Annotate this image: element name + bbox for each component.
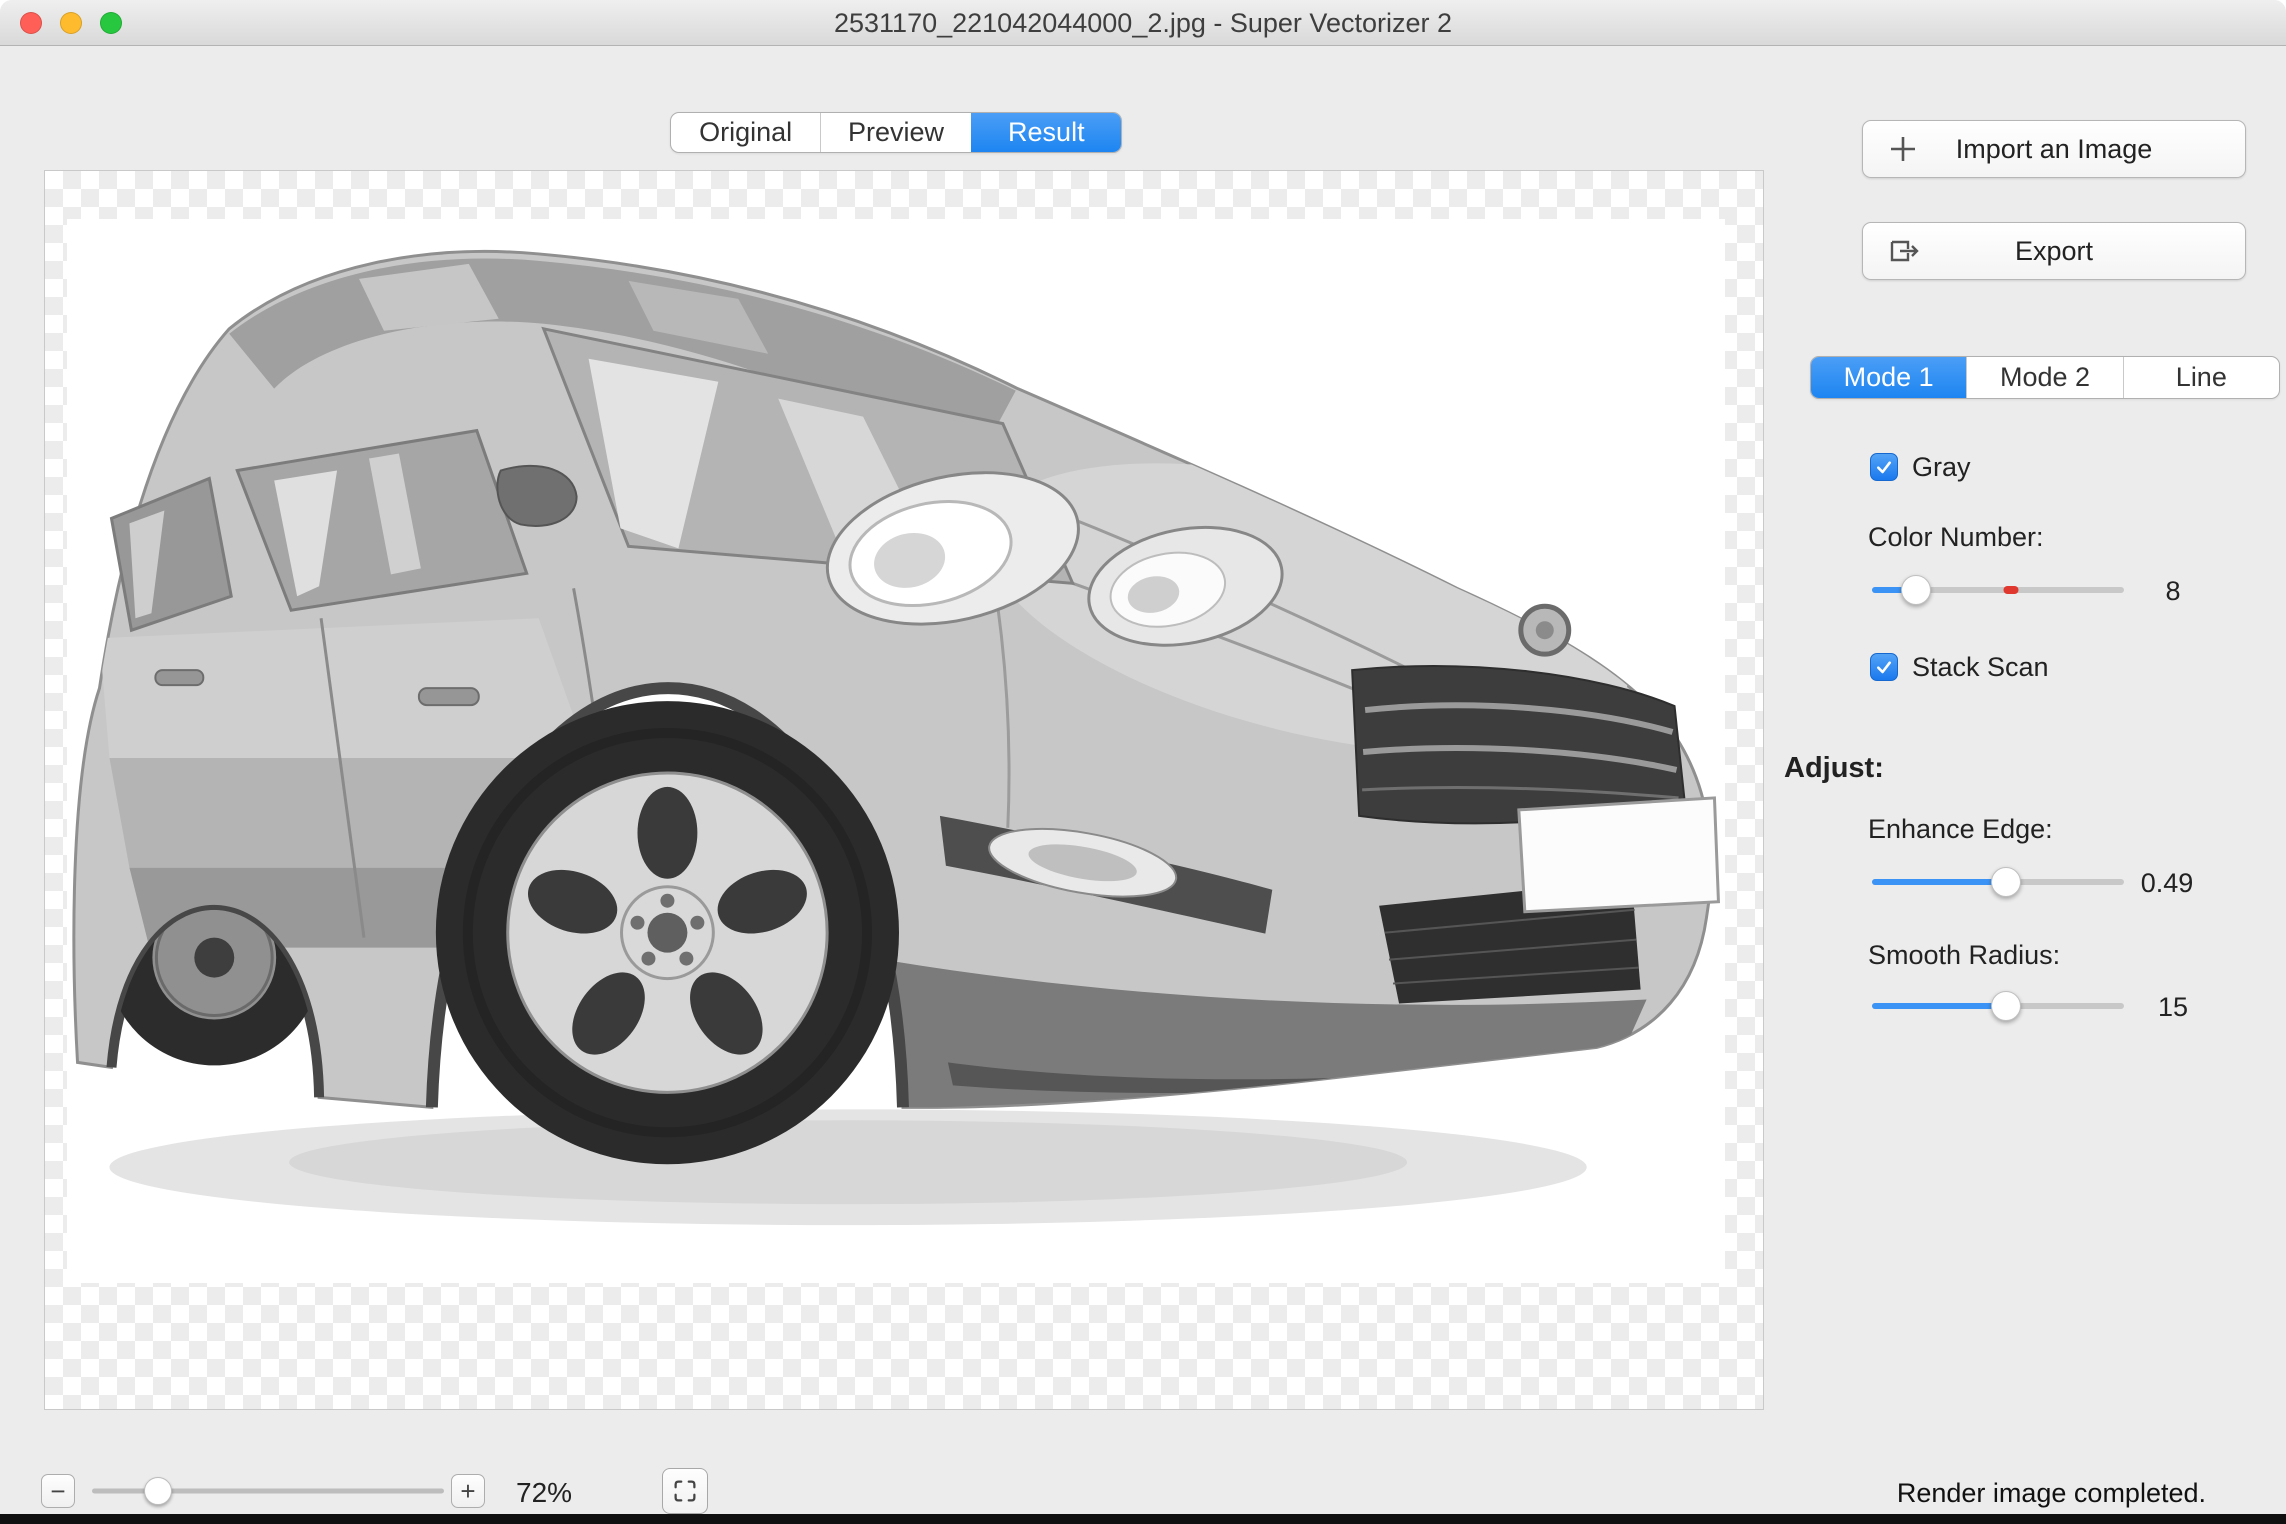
export-button[interactable]: Export <box>1862 222 2246 280</box>
tab-result[interactable]: Result <box>971 113 1121 152</box>
enhance-edge-value: 0.49 <box>2122 868 2212 899</box>
import-image-button[interactable]: Import an Image <box>1862 120 2246 178</box>
stack-scan-checkbox-label: Stack Scan <box>1912 652 2049 683</box>
checkmark-icon <box>1874 457 1894 477</box>
stack-scan-checkbox[interactable] <box>1870 653 1898 681</box>
smooth-radius-value: 15 <box>2128 992 2218 1023</box>
plus-icon <box>1885 131 1921 167</box>
result-image-panel <box>67 219 1725 1283</box>
gray-checkbox-label: Gray <box>1912 452 1971 483</box>
canvas-area <box>44 170 1764 1410</box>
tab-mode-2[interactable]: Mode 2 <box>1966 357 2122 398</box>
import-image-label: Import an Image <box>1956 134 2153 165</box>
slider-fill <box>1872 879 2006 885</box>
adjust-heading: Adjust: <box>1784 752 1884 785</box>
stack-scan-checkbox-row: Stack Scan <box>1870 652 2049 682</box>
smooth-radius-slider[interactable] <box>1872 991 2124 1021</box>
enhance-edge-slider[interactable] <box>1872 867 2124 897</box>
export-label: Export <box>2015 236 2093 267</box>
fit-to-screen-button[interactable] <box>662 1468 708 1514</box>
slider-thumb[interactable] <box>1991 991 2021 1021</box>
zoom-slider[interactable] <box>92 1476 444 1506</box>
zoom-slider-thumb[interactable] <box>144 1477 172 1505</box>
title-bar: 2531170_221042044000_2.jpg - Super Vecto… <box>0 0 2286 46</box>
screen-bottom-edge <box>0 1514 2286 1524</box>
zoom-in-button[interactable]: + <box>451 1474 485 1508</box>
color-number-slider[interactable] <box>1872 575 2124 605</box>
export-icon <box>1885 233 1921 269</box>
zoom-level: 72% <box>516 1477 616 1509</box>
slider-red-marker <box>2003 586 2018 594</box>
app-window: 2531170_221042044000_2.jpg - Super Vecto… <box>0 0 2286 1524</box>
color-number-label: Color Number: <box>1868 522 2044 553</box>
color-number-value: 8 <box>2128 576 2218 607</box>
mode-tabs: Mode 1 Mode 2 Line <box>1810 356 2280 399</box>
checkmark-icon <box>1874 657 1894 677</box>
tab-preview[interactable]: Preview <box>820 113 970 152</box>
enhance-edge-label: Enhance Edge: <box>1868 814 2053 845</box>
slider-thumb[interactable] <box>1991 867 2021 897</box>
minus-icon: − <box>50 1478 65 1504</box>
slider-fill <box>1872 1003 2006 1009</box>
tab-line[interactable]: Line <box>2123 357 2279 398</box>
vectorized-car-image <box>67 219 1725 1283</box>
slider-thumb[interactable] <box>1901 575 1931 605</box>
render-status: Render image completed. <box>1897 1478 2206 1509</box>
gray-checkbox[interactable] <box>1870 453 1898 481</box>
window-title: 2531170_221042044000_2.jpg - Super Vecto… <box>0 0 2286 46</box>
tab-original[interactable]: Original <box>671 113 820 152</box>
fit-screen-icon <box>670 1476 700 1506</box>
plus-icon: + <box>460 1478 475 1504</box>
gray-checkbox-row: Gray <box>1870 452 1971 482</box>
view-tabs: Original Preview Result <box>670 112 1122 153</box>
smooth-radius-label: Smooth Radius: <box>1868 940 2060 971</box>
tab-mode-1[interactable]: Mode 1 <box>1811 357 1966 398</box>
zoom-out-button[interactable]: − <box>41 1474 75 1508</box>
